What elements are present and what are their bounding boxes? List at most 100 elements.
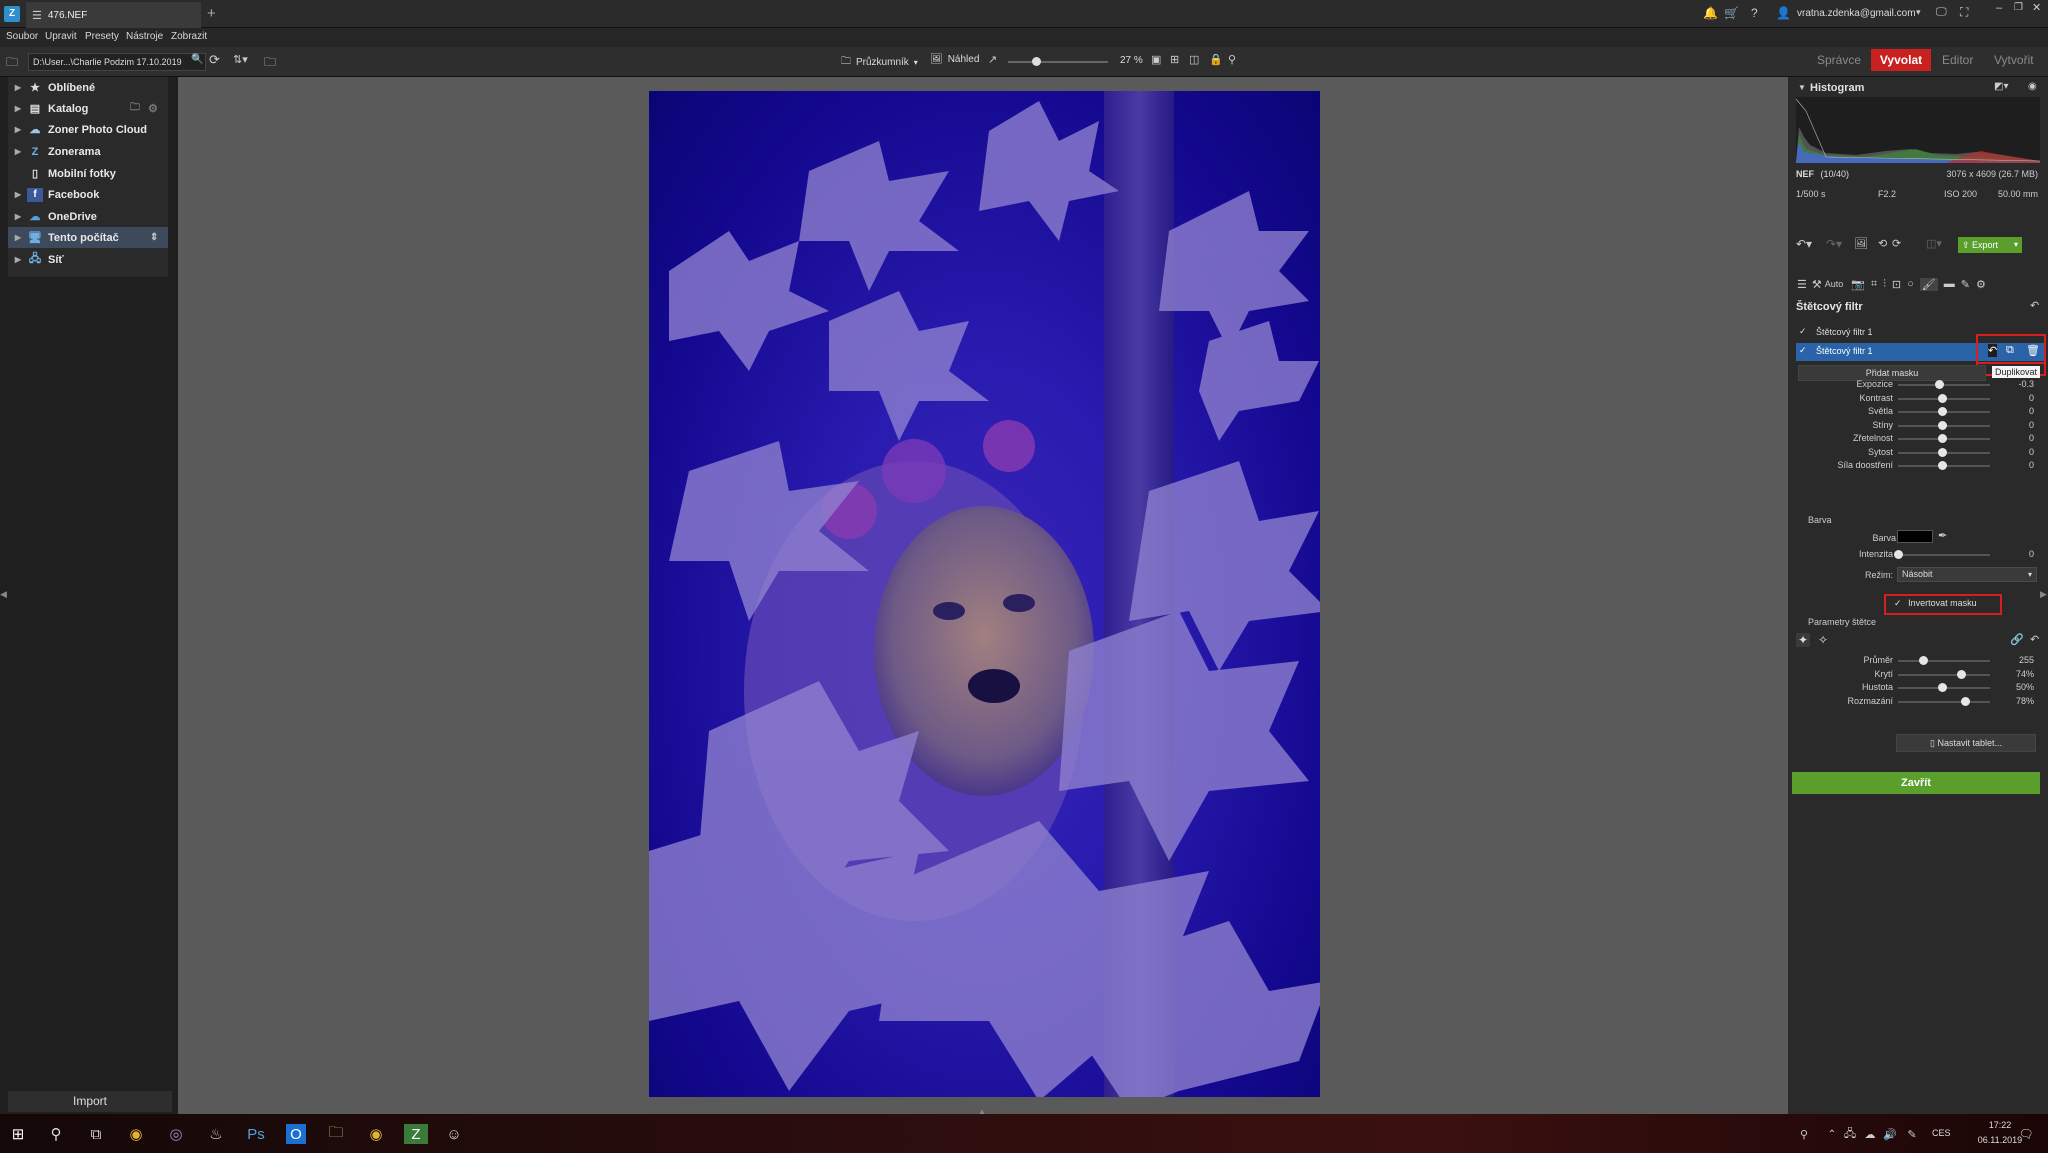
healing-icon[interactable]: ✎ bbox=[1961, 278, 1970, 291]
tray-pen-icon[interactable]: ✎ bbox=[1902, 1124, 1922, 1144]
expand-arrow-icon[interactable]: ▶ bbox=[12, 233, 24, 242]
chrome-profile-icon[interactable]: ◉ bbox=[366, 1124, 386, 1144]
gear-icon[interactable]: ⚙ bbox=[148, 102, 158, 115]
slider-knob[interactable] bbox=[1961, 696, 1970, 706]
sidebar-item-catalog[interactable]: ▶ ▤ Katalog 🗀 ⚙ bbox=[8, 98, 168, 119]
sidebar-item-this-pc[interactable]: ▶ 🖥 Tento počítač ⇕ bbox=[8, 227, 168, 248]
sidebar-item-facebook[interactable]: ▶ f Facebook bbox=[8, 184, 168, 205]
action-center-icon[interactable]: 🗨 bbox=[2016, 1124, 2036, 1144]
tablet-settings-button[interactable]: ▯ Nastavit tablet... bbox=[1896, 734, 2036, 752]
notification-bell-icon[interactable]: 🔔 bbox=[1703, 6, 1718, 20]
slider-knob[interactable] bbox=[1938, 407, 1947, 416]
sidebar-item-network[interactable]: ▶ 🖧 Síť bbox=[8, 249, 168, 270]
settings-gear-icon[interactable]: ⚙ bbox=[1976, 278, 1986, 291]
task-view-icon[interactable]: ⧉ bbox=[86, 1124, 106, 1144]
slider-knob[interactable] bbox=[1957, 669, 1966, 679]
brush-add-icon[interactable]: ✦ bbox=[1796, 633, 1811, 647]
explorer-button[interactable]: 🗀 Průzkumník ▾ bbox=[841, 54, 918, 71]
zoom-slider-knob[interactable] bbox=[1032, 57, 1041, 66]
expand-arrow-icon[interactable]: ▶ bbox=[12, 125, 24, 134]
adjustment-slider[interactable]: Síla doostření 0 bbox=[1788, 457, 2048, 475]
collapse-left-icon[interactable]: ◀ bbox=[0, 589, 7, 600]
monitor-icon[interactable]: 🖵 bbox=[1936, 6, 1947, 19]
app-icon-purple[interactable]: ◎ bbox=[166, 1124, 186, 1144]
lock-icon[interactable]: 🔒 bbox=[1209, 53, 1223, 66]
sidebar-item-cloud[interactable]: ▶ ☁ Zoner Photo Cloud bbox=[8, 119, 168, 140]
export-button[interactable]: ⇪ Export ▾ bbox=[1958, 237, 2022, 253]
filter-checkbox-2[interactable]: ✓ bbox=[1799, 345, 1807, 356]
search-icon[interactable]: 🔍 bbox=[191, 54, 203, 65]
image-icon[interactable]: 🖼 bbox=[1854, 237, 1868, 250]
sidebar-item-onedrive[interactable]: ▶ ☁ OneDrive bbox=[8, 206, 168, 227]
preview-button[interactable]: 🖼 Náhled bbox=[930, 54, 979, 65]
fullscreen-icon[interactable]: ⛶ bbox=[1960, 5, 1968, 20]
new-folder-icon[interactable]: 🗀 bbox=[264, 53, 276, 74]
close-window-icon[interactable]: ✕ bbox=[2032, 1, 2041, 14]
compare-view-icon[interactable]: ◫▾ bbox=[1926, 237, 1942, 250]
magic-wand-icon[interactable]: ⚒ bbox=[1812, 278, 1822, 291]
brush-param-slider[interactable]: Rozmazání 78% bbox=[1788, 693, 2048, 711]
new-tab-plus-icon[interactable]: + bbox=[207, 5, 216, 22]
invert-mask-checkbox[interactable]: ✓ Invertovat masku bbox=[1894, 598, 1977, 609]
menu-item-file[interactable]: Soubor bbox=[6, 31, 38, 42]
lens-icon[interactable]: ⊡ bbox=[1892, 278, 1901, 291]
collapse-right-icon[interactable]: ▶ bbox=[2040, 589, 2047, 600]
close-button[interactable]: Zavřít bbox=[1792, 772, 2040, 794]
tab-manager[interactable]: Správce bbox=[1817, 53, 1861, 67]
menu-item-tools[interactable]: Nástroje bbox=[126, 31, 163, 42]
tray-volume-icon[interactable]: 🔊 bbox=[1880, 1124, 1900, 1144]
reset-brush-icon[interactable]: ↶ bbox=[2030, 633, 2039, 646]
menu-lines-icon[interactable]: ☰ bbox=[1797, 278, 1807, 291]
camera-icon[interactable]: 📷 bbox=[1851, 278, 1865, 291]
user-email[interactable]: vratna.zdenka@gmail.com bbox=[1797, 8, 1916, 19]
rotate-left-icon[interactable]: ⟲ bbox=[1878, 237, 1887, 250]
cart-icon[interactable]: 🛒 bbox=[1724, 6, 1739, 20]
slider-knob[interactable] bbox=[1938, 393, 1947, 403]
expand-arrow-icon[interactable]: ▶ bbox=[12, 255, 24, 264]
help-icon[interactable]: ? bbox=[1751, 6, 1758, 20]
slider-knob[interactable] bbox=[1938, 434, 1947, 443]
steam-icon[interactable]: ♨ bbox=[206, 1124, 226, 1144]
crop-icon[interactable]: ⌗ bbox=[1871, 278, 1877, 291]
path-field[interactable]: D:\User...\Charlie Podzim 17.10.2019 bbox=[28, 53, 206, 71]
user-account-icon[interactable]: 👤 bbox=[1776, 6, 1791, 20]
filter-checkbox-1[interactable]: ✓ bbox=[1799, 326, 1807, 337]
minimize-icon[interactable]: – bbox=[1996, 2, 2002, 14]
rotate-right-icon[interactable]: ⟳ bbox=[1892, 237, 1901, 250]
chrome-icon[interactable]: ◉ bbox=[126, 1124, 146, 1144]
compare-icon[interactable]: ◫ bbox=[1189, 53, 1199, 66]
sidebar-item-mobile[interactable]: ▯ Mobilní fotky bbox=[8, 163, 168, 184]
tray-cloud-icon[interactable]: ☁ bbox=[1860, 1124, 1880, 1144]
auto-label[interactable]: Auto bbox=[1825, 279, 1844, 289]
fit-icon[interactable]: ▣ bbox=[1151, 53, 1161, 66]
slider-knob[interactable] bbox=[1938, 447, 1947, 457]
brush-icon[interactable]: 🖌 bbox=[1919, 277, 1938, 291]
redo-icon[interactable]: ↷▾ bbox=[1826, 237, 1842, 251]
histogram-target-icon[interactable]: ◉ bbox=[2028, 81, 2037, 92]
document-tab[interactable]: ☰ 476.NEF bbox=[26, 2, 201, 28]
slider-track[interactable] bbox=[1898, 384, 1990, 386]
expand-arrow-icon[interactable]: ▶ bbox=[12, 104, 24, 113]
histogram-options-icon[interactable]: ◩▾ bbox=[1994, 81, 2008, 92]
expand-arrow-icon[interactable]: ▶ bbox=[12, 190, 24, 199]
sidebar-item-favorites[interactable]: ▶ ★ Oblíbené bbox=[8, 77, 168, 98]
search-taskbar-icon[interactable]: ⚲ bbox=[46, 1124, 66, 1144]
slider-track[interactable] bbox=[1898, 673, 1990, 676]
reset-section-icon[interactable]: ↶ bbox=[2030, 299, 2039, 312]
tray-person-icon[interactable]: ⚲ bbox=[1794, 1124, 1814, 1144]
sort-updown-icon[interactable]: ⇕ bbox=[150, 232, 158, 243]
external-open-icon[interactable]: ↗ bbox=[988, 53, 997, 66]
outlook-icon[interactable]: O bbox=[286, 1124, 306, 1144]
start-icon[interactable]: ⊞ bbox=[8, 1124, 28, 1144]
maximize-icon[interactable]: ❐ bbox=[2014, 2, 2023, 13]
fill-icon[interactable]: ⊞ bbox=[1170, 53, 1179, 66]
gradient-icon[interactable]: ▬ bbox=[1944, 278, 1955, 290]
brush-erase-icon[interactable]: ✧ bbox=[1818, 633, 1828, 647]
expand-arrow-icon[interactable]: ▶ bbox=[12, 147, 24, 156]
photoshop-icon[interactable]: Ps bbox=[246, 1124, 266, 1144]
menu-item-edit[interactable]: Upravit bbox=[45, 31, 77, 42]
photo-canvas[interactable]: ▲ bbox=[178, 77, 1788, 1116]
export-chevron-icon[interactable]: ▾ bbox=[2014, 237, 2018, 253]
tray-language[interactable]: CES bbox=[1932, 1128, 1951, 1138]
user-dropdown-chevron-icon[interactable]: ▾ bbox=[1916, 7, 1921, 18]
